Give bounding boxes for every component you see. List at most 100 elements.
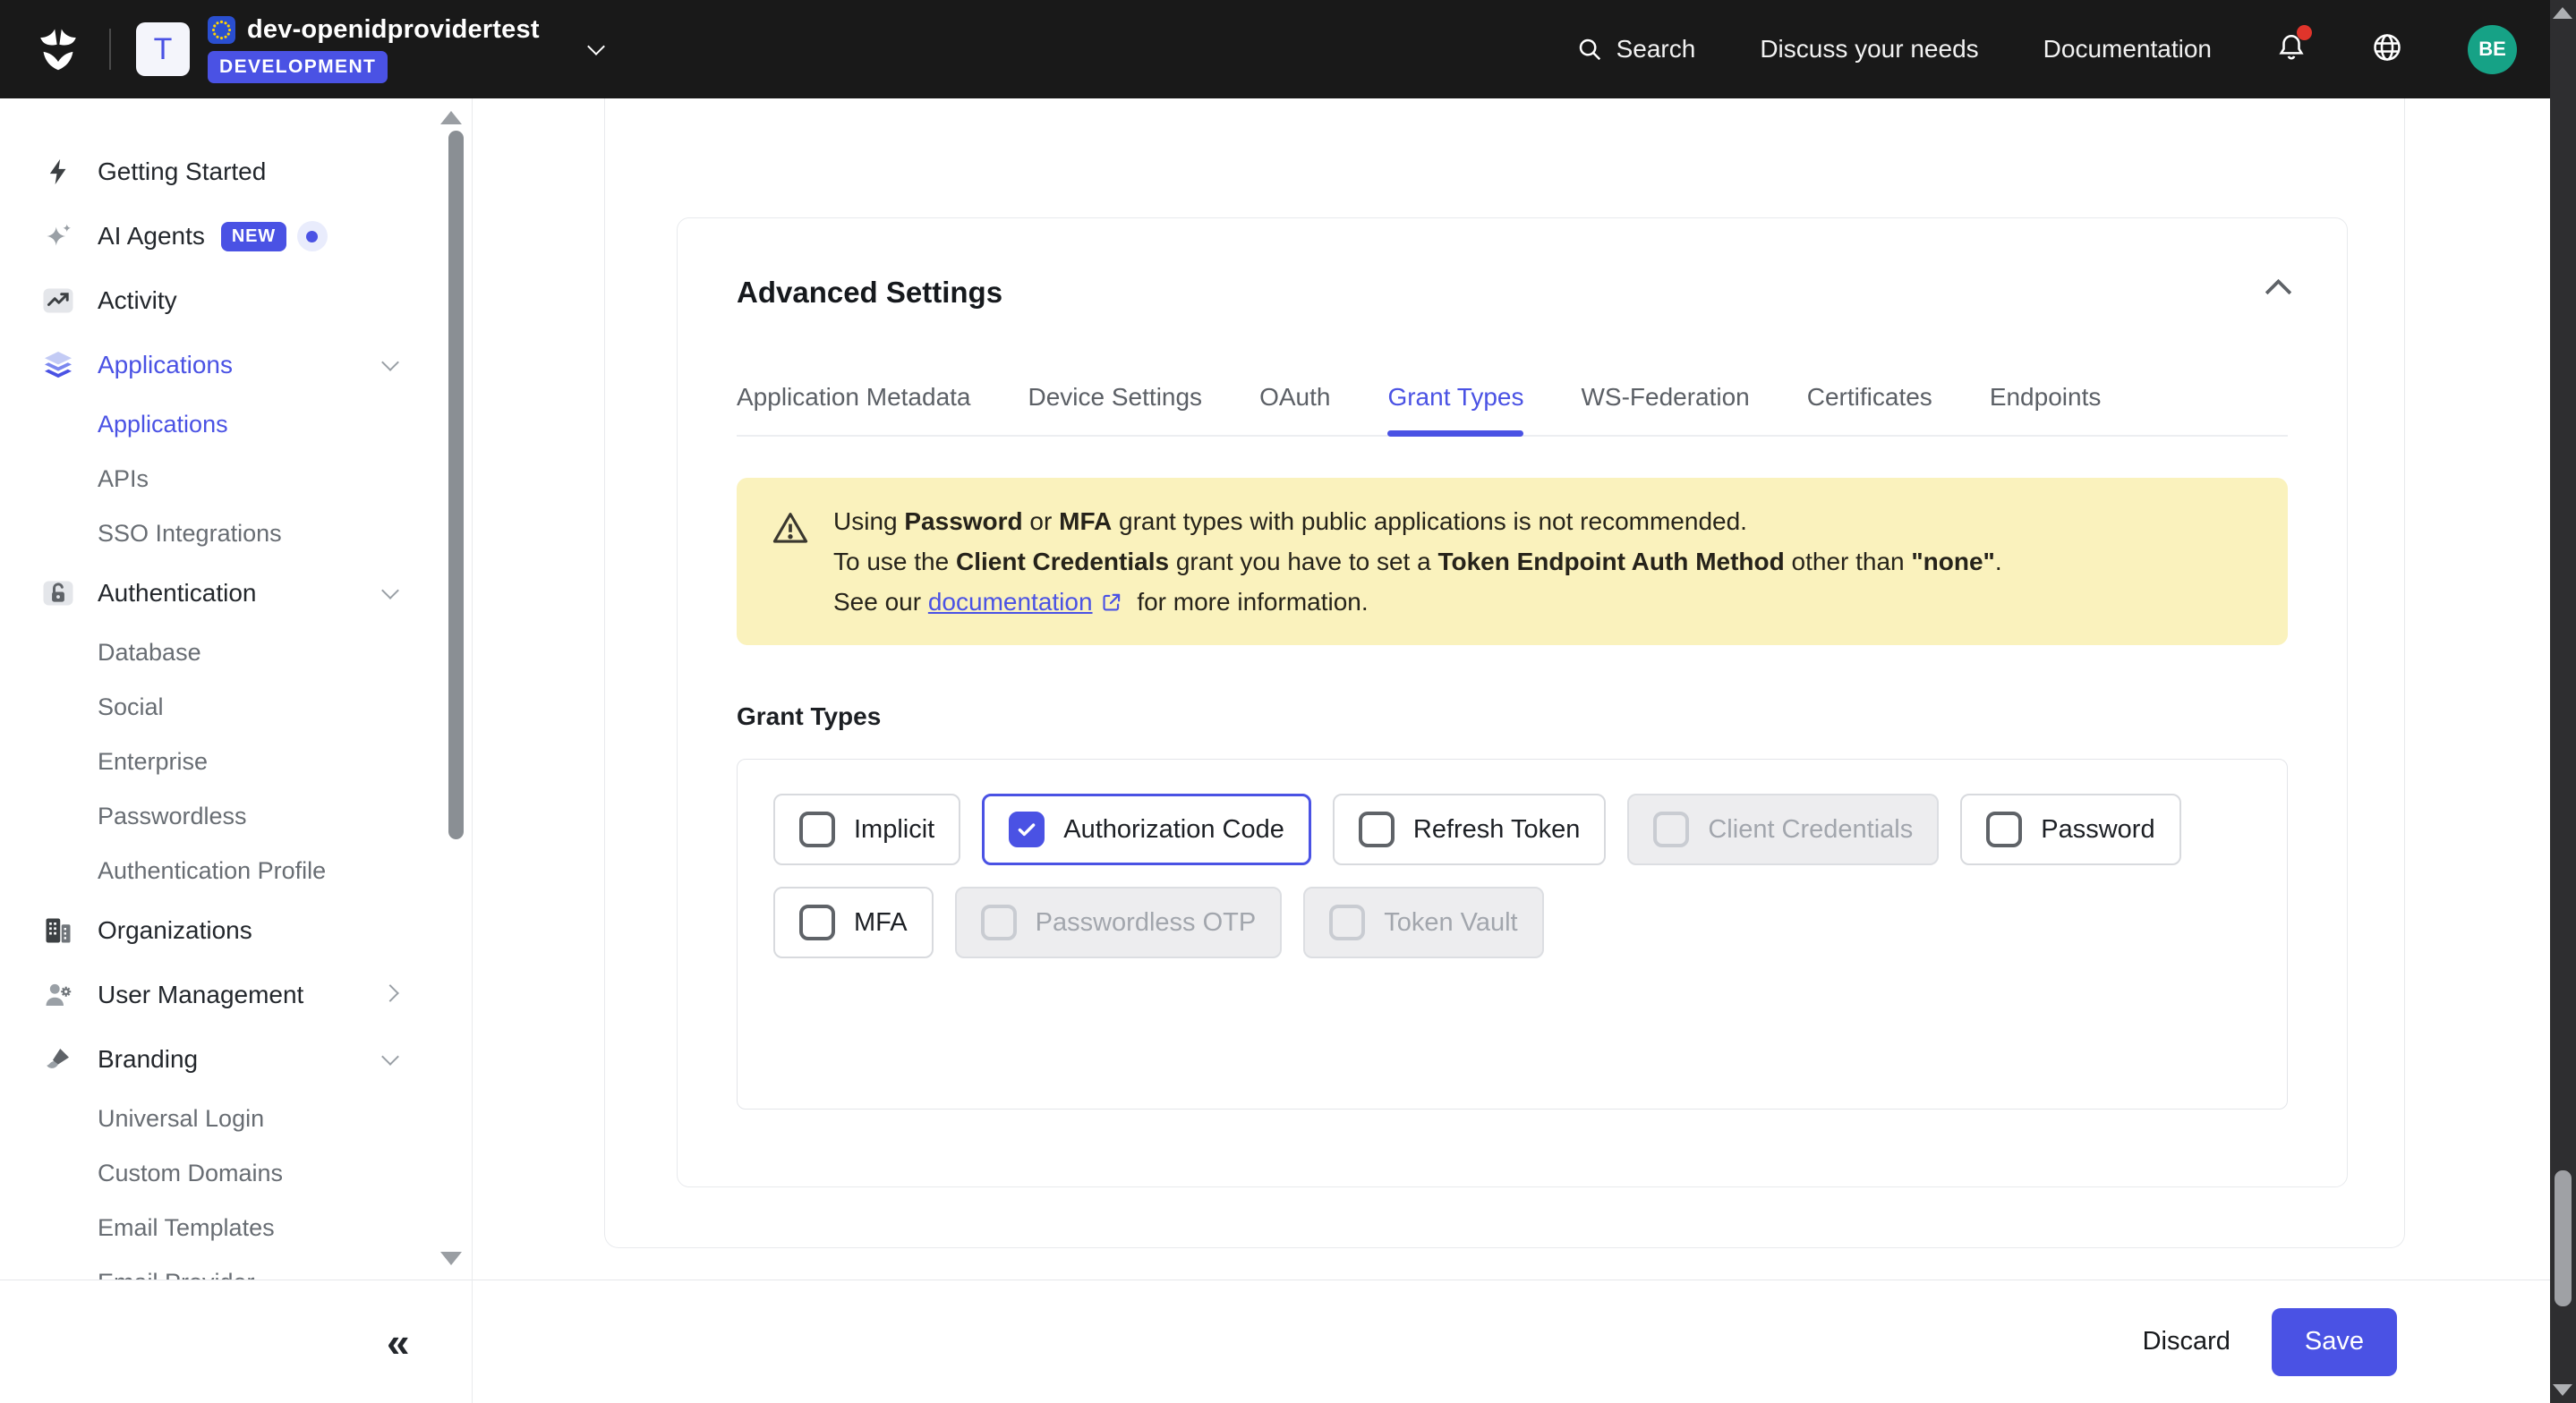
sidebar-item-label: Organizations <box>98 916 252 945</box>
grant-type-refresh-token[interactable]: Refresh Token <box>1333 794 1606 865</box>
sidebar-item-universal-login[interactable]: Universal Login <box>0 1092 472 1146</box>
warning-line: See our documentation for more informati… <box>833 582 2002 622</box>
sidebar-item-label: SSO Integrations <box>98 520 282 548</box>
sidebar-scroll-up-arrow[interactable] <box>440 111 462 124</box>
sidebar-item-label: Enterprise <box>98 748 208 776</box>
chevron-down-icon <box>384 357 397 373</box>
checkbox-icon[interactable] <box>1359 812 1395 847</box>
collapse-section-chevron-up-icon[interactable] <box>2269 276 2288 306</box>
search-button[interactable]: Search <box>1576 35 1696 64</box>
warning-line: Using Password or MFA grant types with p… <box>833 501 2002 541</box>
sidebar-item-label: User Management <box>98 981 303 1009</box>
checkbox-checked-icon[interactable] <box>1009 812 1045 847</box>
sidebar-item-ai-agents[interactable]: AI Agents NEW <box>0 204 472 268</box>
sidebar-item-user-management[interactable]: User Management <box>0 963 472 1027</box>
sidebar-item-sso-integrations[interactable]: SSO Integrations <box>0 506 472 561</box>
new-badge: NEW <box>221 222 286 251</box>
tab-certificates[interactable]: Certificates <box>1807 383 1932 435</box>
checkbox-icon[interactable] <box>799 905 835 940</box>
documentation-link[interactable]: Documentation <box>2043 35 2212 64</box>
grant-type-label: MFA <box>854 908 908 938</box>
sidebar-item-email-templates[interactable]: Email Templates <box>0 1201 472 1255</box>
sidebar-right-border <box>472 98 473 1403</box>
grant-type-implicit[interactable]: Implicit <box>773 794 960 865</box>
page-scrollbar[interactable] <box>2550 0 2576 1403</box>
app-root: T dev-openidprovidertest DEVELOPMENT <box>0 0 2576 1403</box>
sparkles-icon <box>41 219 75 253</box>
tenant-name: dev-openidprovidertest <box>247 15 540 45</box>
auth0-logo-icon[interactable] <box>32 23 84 75</box>
sidebar-item-applications[interactable]: Applications <box>0 397 472 452</box>
sidebar-item-label: Getting Started <box>98 157 266 186</box>
grant-type-authorization-code[interactable]: Authorization Code <box>982 794 1311 865</box>
grant-type-label: Passwordless OTP <box>1036 908 1257 938</box>
sidebar-scrollbar-thumb[interactable] <box>448 131 464 839</box>
sidebar-item-database[interactable]: Database <box>0 625 472 680</box>
page-scroll-down-arrow[interactable] <box>2553 1384 2572 1396</box>
building-icon <box>41 914 75 948</box>
tab-oauth[interactable]: OAuth <box>1259 383 1330 435</box>
sidebar-scroll-down-arrow[interactable] <box>440 1252 462 1265</box>
notifications-button[interactable] <box>2276 32 2307 67</box>
tenant-chevron-down-icon[interactable] <box>590 41 602 57</box>
documentation-inline-link[interactable]: documentation <box>928 588 1093 616</box>
environment-badge: DEVELOPMENT <box>208 51 388 83</box>
sidebar-item-label: Social <box>98 693 164 721</box>
sidebar-collapse-button[interactable]: « <box>387 1322 410 1363</box>
sidebar-item-email-provider[interactable]: Email Provider <box>0 1255 472 1280</box>
sidebar-item-label: AI Agents <box>98 222 205 251</box>
sidebar-item-label: Email Provider <box>98 1269 255 1280</box>
tenant-initial: T <box>154 32 173 67</box>
notification-dot <box>2297 25 2312 40</box>
grant-types-group: Implicit Authorization Code Refresh Token C… <box>737 759 2288 1110</box>
sidebar-item-activity[interactable]: Activity <box>0 268 472 333</box>
tab-ws-federation[interactable]: WS-Federation <box>1581 383 1749 435</box>
language-button[interactable] <box>2371 31 2403 68</box>
sidebar-item-social[interactable]: Social <box>0 680 472 735</box>
checkbox-icon[interactable] <box>1986 812 2022 847</box>
sidebar-item-getting-started[interactable]: Getting Started <box>0 140 472 204</box>
user-gear-icon <box>41 978 75 1012</box>
sidebar-item-apis[interactable]: APIs <box>0 452 472 506</box>
sidebar-item-branding[interactable]: Branding <box>0 1027 472 1092</box>
sidebar-item-applications[interactable]: Applications <box>0 333 472 397</box>
eu-flag-icon <box>208 16 235 44</box>
sidebar-item-label: Activity <box>98 286 177 315</box>
globe-icon <box>2371 31 2403 64</box>
sidebar-item-authentication[interactable]: Authentication <box>0 561 472 625</box>
save-button[interactable]: Save <box>2272 1308 2397 1376</box>
tenant-initial-tile[interactable]: T <box>136 22 190 76</box>
checkbox-icon <box>1329 905 1365 940</box>
sidebar-item-enterprise[interactable]: Enterprise <box>0 735 472 789</box>
tenant-info[interactable]: dev-openidprovidertest DEVELOPMENT <box>208 15 540 83</box>
sidebar-item-label: Authentication <box>98 579 256 608</box>
page-scroll-up-arrow[interactable] <box>2553 7 2572 19</box>
grant-type-label: Authorization Code <box>1063 815 1284 845</box>
tab-grant-types[interactable]: Grant Types <box>1387 383 1523 435</box>
header-divider <box>109 29 111 70</box>
grant-type-mfa[interactable]: MFA <box>773 887 934 958</box>
sidebar-item-passwordless[interactable]: Passwordless <box>0 789 472 844</box>
tab-endpoints[interactable]: Endpoints <box>1990 383 2102 435</box>
tab-application-metadata[interactable]: Application Metadata <box>737 383 971 435</box>
user-avatar[interactable]: BE <box>2468 25 2517 74</box>
grant-type-label: Password <box>2041 815 2154 845</box>
discard-button[interactable]: Discard <box>2143 1327 2231 1356</box>
sidebar-item-organizations[interactable]: Organizations <box>0 898 472 963</box>
top-header: T dev-openidprovidertest DEVELOPMENT <box>0 0 2576 98</box>
sidebar-item-label: Email Templates <box>98 1214 275 1242</box>
checkbox-icon <box>1653 812 1689 847</box>
checkbox-icon[interactable] <box>799 812 835 847</box>
page-scrollbar-thumb[interactable] <box>2555 1170 2572 1306</box>
discuss-your-needs-link[interactable]: Discuss your needs <box>1760 35 1978 64</box>
tab-device-settings[interactable]: Device Settings <box>1028 383 1203 435</box>
grant-type-password[interactable]: Password <box>1960 794 2180 865</box>
advanced-settings-title: Advanced Settings <box>737 276 1002 310</box>
grant-type-client-credentials: Client Credentials <box>1627 794 1939 865</box>
sidebar-item-authentication-profile[interactable]: Authentication Profile <box>0 844 472 898</box>
chevron-down-icon <box>384 1051 397 1067</box>
main-content-panel: Advanced Settings Application Metadata De… <box>604 98 2405 1248</box>
sidebar-item-custom-domains[interactable]: Custom Domains <box>0 1146 472 1201</box>
grant-type-label: Implicit <box>854 815 934 845</box>
sidebar-item-label: Applications <box>98 411 228 438</box>
